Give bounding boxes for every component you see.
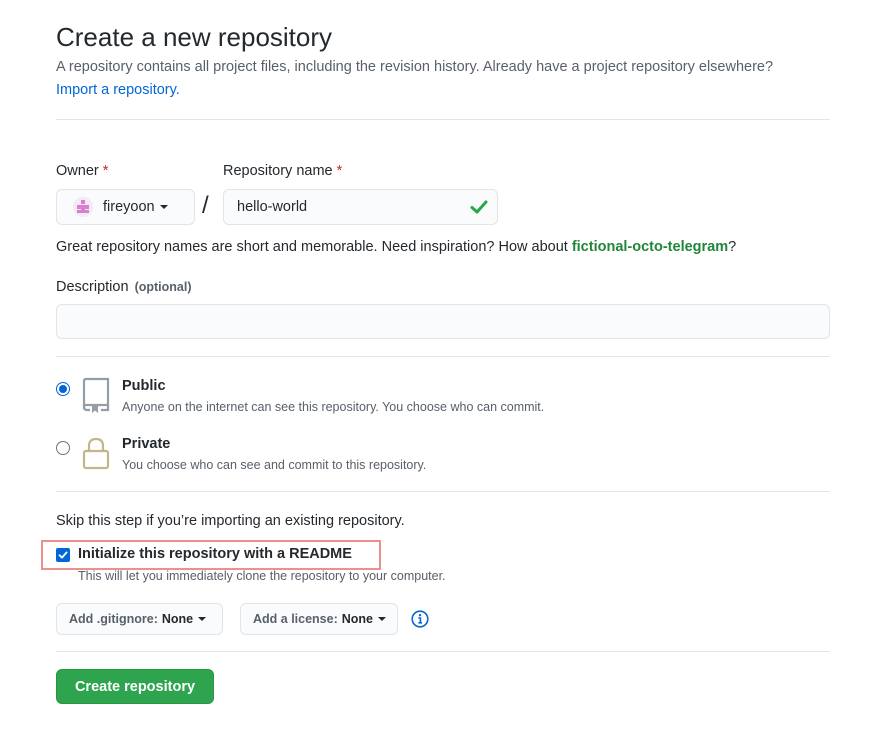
gitignore-label: Add .gitignore: [69,612,158,626]
repository-name-label: Repository name * [223,163,343,179]
page-title: Create a new repository [56,22,333,52]
gitignore-value: None [161,612,194,626]
license-value: None [341,612,373,626]
required-mark: * [336,163,343,179]
owner-dropdown[interactable]: fireyoon [56,189,195,225]
readme-label[interactable]: Initialize this repository with a README [78,546,352,562]
readme-checkbox[interactable] [56,548,70,562]
repository-name-hint: Great repository names are short and mem… [56,239,737,255]
description-label: Description (optional) [56,279,192,295]
suggested-name-link[interactable]: fictional-octo-telegram [572,239,728,255]
public-description: Anyone on the internet can see this repo… [122,400,545,414]
private-radio[interactable] [56,441,70,455]
public-title: Public [122,378,166,394]
lock-icon [82,437,110,470]
owner-name: fireyoon [103,199,155,215]
divider [56,356,830,357]
private-title: Private [122,436,171,452]
private-description: You choose who can see and commit to thi… [122,458,427,472]
import-repository-link[interactable]: Import a repository. [56,82,180,98]
optional-label: (optional) [134,280,192,294]
divider [56,119,830,120]
caret-down-icon [378,617,386,621]
identicon-avatar-icon [73,197,93,217]
divider [56,651,830,652]
public-radio[interactable] [56,382,70,396]
repository-name-input[interactable] [223,189,498,225]
create-repository-button[interactable]: Create repository [56,669,214,704]
caret-down-icon [198,617,207,621]
skip-step-text: Skip this step if you’re importing an ex… [56,513,405,529]
owner-label: Owner * [56,163,109,179]
repo-icon [82,377,110,413]
checkmark-icon [58,551,68,559]
required-mark: * [102,163,109,179]
info-icon[interactable] [411,610,429,628]
gitignore-dropdown[interactable]: Add .gitignore: None [56,603,223,635]
license-label: Add a license: [253,612,338,626]
owner-repo-separator: / [202,192,209,219]
check-icon [470,200,488,214]
page-subtitle: A repository contains all project files,… [56,59,774,75]
readme-note: This will let you immediately clone the … [78,569,446,583]
caret-down-icon [159,205,168,209]
divider [56,491,830,492]
description-input[interactable] [56,304,830,339]
license-dropdown[interactable]: Add a license: None [240,603,398,635]
